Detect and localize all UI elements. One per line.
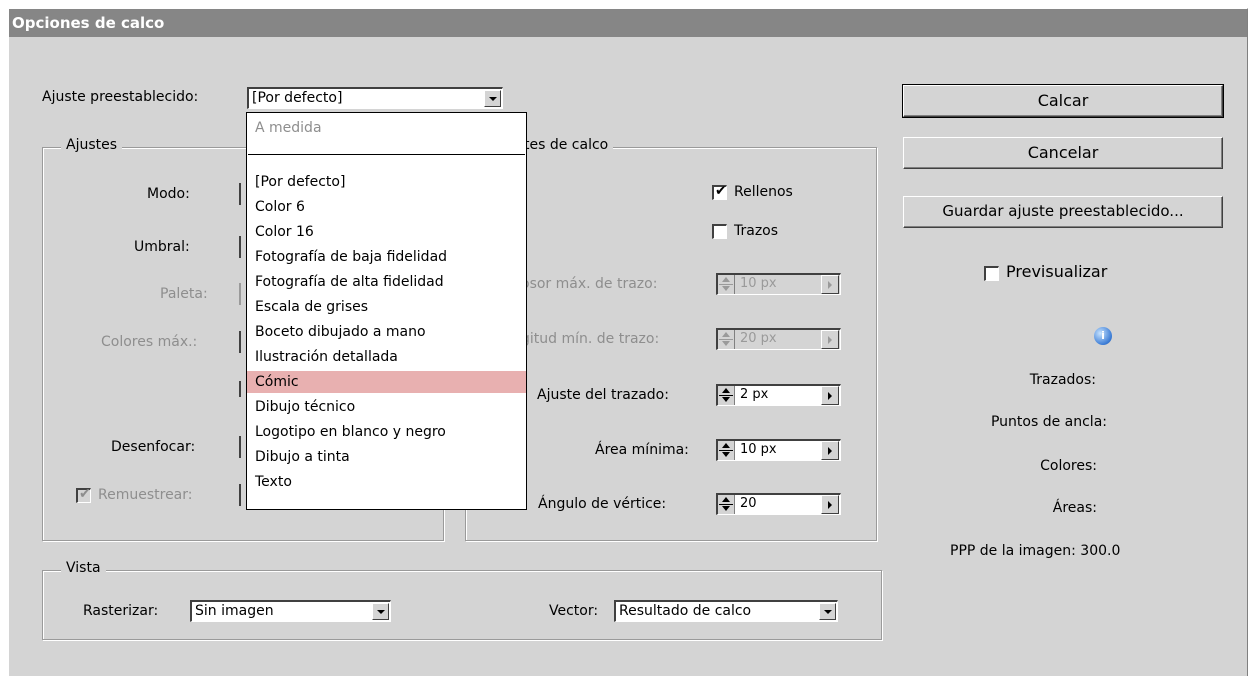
preview-label: Previsualizar — [1006, 262, 1108, 281]
palette-select[interactable] — [239, 283, 245, 305]
raster-value: Sin imagen — [195, 603, 274, 619]
chevron-right-icon[interactable] — [821, 330, 839, 349]
preview-checkbox[interactable] — [984, 266, 999, 281]
chevron-down-icon[interactable] — [819, 603, 836, 620]
vector-select[interactable]: Resultado de calco — [614, 600, 838, 622]
preset-option-highlighted[interactable]: Cómic — [247, 371, 526, 393]
view-legend: Vista — [61, 560, 106, 576]
chevron-right-icon[interactable] — [821, 386, 839, 405]
paths-label: Trazados: — [1029, 372, 1096, 388]
save-preset-button-label: Guardar ajuste preestablecido... — [942, 202, 1184, 220]
title-bar: Opciones de calco — [9, 9, 1247, 37]
min-stroke-length-field[interactable]: 20 px — [716, 328, 841, 350]
chevron-down-icon[interactable] — [372, 603, 389, 620]
preset-select[interactable]: [Por defecto] — [247, 87, 503, 109]
mode-label: Modo: — [147, 186, 190, 202]
preset-option[interactable]: [Por defecto] — [247, 171, 526, 193]
max-stroke-weight-value: 10 px — [740, 276, 777, 291]
preset-option[interactable]: Dibujo a tinta — [247, 446, 526, 468]
min-area-field[interactable]: 10 px — [716, 439, 841, 461]
preset-option[interactable]: Fotografía de baja fidelidad — [247, 246, 526, 268]
blur-label: Desenfocar: — [111, 439, 196, 455]
image-ppi-label: PPP de la imagen: — [950, 543, 1076, 559]
areas-label: Áreas: — [1052, 500, 1097, 516]
anchor-points-label: Puntos de ancla: — [990, 414, 1107, 430]
resample-field[interactable] — [239, 484, 245, 506]
strokes-checkbox[interactable] — [712, 224, 727, 239]
raster-select[interactable]: Sin imagen — [190, 600, 391, 622]
threshold-label: Umbral: — [134, 239, 190, 255]
chevron-right-icon[interactable] — [821, 275, 839, 294]
min-area-label: Área mínima: — [595, 442, 689, 458]
resample-checkbox[interactable]: ✔ — [76, 486, 91, 503]
min-stroke-length-label: gitud mín. de trazo: — [521, 331, 660, 347]
preset-label: Ajuste preestablecido: — [42, 89, 199, 105]
image-ppi-readout: PPP de la imagen: 300.0 — [950, 543, 1120, 559]
vector-value: Resultado de calco — [619, 603, 752, 619]
trace-settings-legend: tes de calco — [524, 137, 614, 153]
chevron-down-icon[interactable] — [484, 90, 501, 107]
preset-dropdown-list: A medida [Por defecto] Color 6 Color 16 … — [246, 112, 527, 510]
fills-label: Rellenos — [734, 184, 793, 200]
chevron-right-icon[interactable] — [821, 441, 839, 460]
max-colors-label: Colores máx.: — [101, 334, 198, 350]
window-title: Opciones de calco — [12, 14, 165, 32]
preset-option[interactable]: Dibujo técnico — [247, 396, 526, 418]
max-stroke-weight-field[interactable]: 10 px — [716, 273, 841, 295]
preset-option[interactable]: Fotografía de alta fidelidad — [247, 271, 526, 293]
vector-label: Vector: — [549, 603, 599, 619]
preset-option-custom: A medida — [255, 120, 322, 136]
trace-options-dialog: Opciones de calco Ajuste preestablecido:… — [8, 8, 1248, 676]
preset-value: [Por defecto] — [252, 90, 343, 106]
corner-angle-field[interactable]: 20 — [716, 493, 841, 515]
cancel-button[interactable]: Cancelar — [903, 137, 1223, 169]
min-area-value: 10 px — [740, 442, 777, 457]
corner-angle-label: Ángulo de vértice: — [538, 496, 667, 512]
max-stroke-weight-label: osor máx. de trazo: — [521, 276, 658, 292]
preset-option[interactable]: Escala de grises — [247, 296, 526, 318]
dropdown-separator — [248, 154, 525, 155]
preset-option[interactable]: Color 16 — [247, 221, 526, 243]
path-fitting-label: Ajuste del trazado: — [537, 387, 669, 403]
info-icon: i — [1094, 327, 1112, 345]
cancel-button-label: Cancelar — [1027, 143, 1099, 162]
preset-option[interactable]: Ilustración detallada — [247, 346, 526, 368]
image-ppi-value: 300.0 — [1080, 543, 1121, 559]
max-colors-field[interactable] — [239, 331, 245, 353]
blur-field[interactable] — [239, 436, 245, 458]
chevron-right-icon[interactable] — [821, 495, 839, 514]
preset-option[interactable]: Logotipo en blanco y negro — [247, 421, 526, 443]
output-swatches-checkbox[interactable] — [239, 381, 245, 397]
trace-button-label: Calcar — [1037, 91, 1089, 110]
fills-checkbox[interactable]: ✔ — [712, 183, 727, 200]
path-fitting-value: 2 px — [740, 387, 769, 402]
min-stroke-length-value: 20 px — [740, 331, 777, 346]
corner-angle-value: 20 — [740, 496, 757, 511]
mode-select[interactable] — [239, 183, 245, 205]
preset-option[interactable]: Boceto dibujado a mano — [247, 321, 526, 343]
preset-option[interactable]: Color 6 — [247, 196, 526, 218]
trace-button[interactable]: Calcar — [902, 84, 1224, 118]
palette-label: Paleta: — [160, 286, 208, 302]
strokes-label: Trazos — [734, 223, 779, 239]
save-preset-button[interactable]: Guardar ajuste preestablecido... — [903, 196, 1223, 228]
resample-label: Remuestrear: — [98, 487, 193, 503]
preset-option[interactable]: Texto — [247, 471, 526, 493]
path-fitting-field[interactable]: 2 px — [716, 384, 841, 406]
raster-label: Rasterizar: — [83, 603, 159, 619]
threshold-field[interactable] — [239, 236, 245, 258]
settings-legend: Ajustes — [61, 137, 123, 153]
colors-label: Colores: — [1040, 458, 1097, 474]
